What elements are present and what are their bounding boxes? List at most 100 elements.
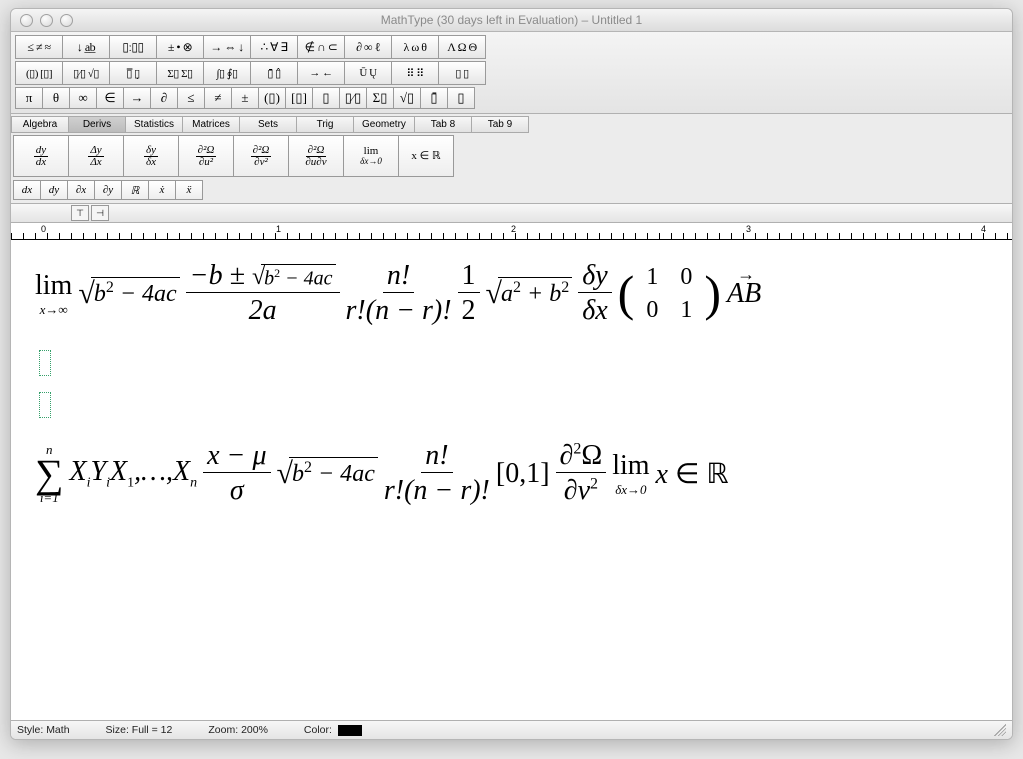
ruler-mark: 4 <box>981 224 986 234</box>
template-small-button[interactable]: dx <box>13 180 41 200</box>
one-half: 12 <box>458 260 480 327</box>
palette-button[interactable]: ≠ <box>204 87 232 109</box>
empty-slot[interactable] <box>39 392 51 418</box>
palette-button[interactable]: ∉ ∩ ⊂ <box>297 35 345 59</box>
palette-button[interactable]: [▯] <box>285 87 313 109</box>
palette-button[interactable]: √▯ <box>393 87 421 109</box>
status-size: Size: Full = 12 <box>106 724 173 736</box>
palette-button[interactable]: ▯̅ ▯̣ <box>109 61 157 85</box>
equation-editor[interactable]: lim x→∞ √b2 − 4ac −b ± √b2 − 4ac 2a n! r… <box>11 240 1012 720</box>
palette-button[interactable]: ± • ⊗ <box>156 35 204 59</box>
empty-slot[interactable] <box>39 350 51 376</box>
palette-button[interactable]: (▯) [▯] <box>15 61 63 85</box>
palette-button[interactable]: ∴ ∀ ∃ <box>250 35 298 59</box>
palette-button[interactable]: θ <box>42 87 70 109</box>
template-small-button[interactable]: ∂x <box>67 180 95 200</box>
binomial-coeff: n! r!(n − r)! <box>346 260 452 327</box>
palette-button[interactable]: ▯ <box>447 87 475 109</box>
resize-grip-icon[interactable] <box>994 724 1006 736</box>
template-button[interactable]: dydx <box>13 135 69 177</box>
template-row-small: dxdy∂x∂yℝẋẍ <box>11 179 1012 204</box>
palette-button[interactable]: ▯⁄▯ √▯ <box>62 61 110 85</box>
palette-button[interactable]: ∫▯ ∮▯ <box>203 61 251 85</box>
align-button-2[interactable]: ⊣ <box>91 205 109 221</box>
pde: ∂2Ω∂v2 <box>556 440 607 507</box>
tab-derivs[interactable]: Derivs <box>68 116 126 133</box>
template-button[interactable]: ∂²Ω∂u² <box>178 135 234 177</box>
palette-button[interactable]: Σ▯ Σ▯ <box>156 61 204 85</box>
tab-tab-8[interactable]: Tab 8 <box>414 116 472 133</box>
template-small-button[interactable]: ℝ <box>121 180 149 200</box>
discriminant: √b2 − 4ac <box>277 457 378 491</box>
tab-geometry[interactable]: Geometry <box>353 116 415 133</box>
equation-line-2[interactable]: n ∑ i=1 XiYiX1,…,Xn x − μσ √b2 − 4ac n!r… <box>35 440 729 507</box>
palette-button[interactable]: → ⇔ ↓ <box>203 35 251 59</box>
palette-button[interactable]: ≤ ≠ ≈ <box>15 35 63 59</box>
palette-button[interactable]: ± <box>231 87 259 109</box>
template-button[interactable]: δyδx <box>123 135 179 177</box>
palette-button[interactable]: π <box>15 87 43 109</box>
z-score: x − μσ <box>203 440 270 507</box>
sqrt-expr: √b2 − 4ac <box>78 277 179 311</box>
ruler-mark: 0 <box>41 224 46 234</box>
template-button[interactable]: ∂²Ω∂v² <box>233 135 289 177</box>
template-button[interactable]: limδx→0 <box>343 135 399 177</box>
status-color[interactable]: Color: <box>304 724 362 736</box>
template-button[interactable]: ∂²Ω∂u∂v <box>288 135 344 177</box>
mini-toolbar: ⊤ ⊣ <box>11 204 1012 223</box>
tab-matrices[interactable]: Matrices <box>182 116 240 133</box>
color-swatch[interactable] <box>338 725 362 736</box>
palette-row-1: ≤ ≠ ≈↓ a̲b̲▯ː▯▯± • ⊗→ ⇔ ↓∴ ∀ ∃∉ ∩ ⊂∂ ∞ ℓ… <box>15 35 1008 59</box>
binomial-2: n!r!(n − r)! <box>384 440 490 507</box>
palette-button[interactable]: (▯) <box>258 87 286 109</box>
palette-button[interactable]: Λ Ω Θ <box>438 35 486 59</box>
template-small-button[interactable]: ẍ <box>175 180 203 200</box>
window-title: MathType (30 days left in Evaluation) – … <box>11 13 1012 27</box>
ruler[interactable]: 0 1 2 3 4 <box>11 223 1012 240</box>
palette-button[interactable]: ↓ a̲b̲ <box>62 35 110 59</box>
ruler-mark: 2 <box>511 224 516 234</box>
template-row-large: dydxΔyΔxδyδx∂²Ω∂u²∂²Ω∂v²∂²Ω∂u∂vlimδx→0x … <box>11 133 1012 179</box>
palette-button[interactable]: λ ω θ <box>391 35 439 59</box>
palette-button[interactable]: ▯ <box>312 87 340 109</box>
palette-button[interactable]: → ← <box>297 61 345 85</box>
palette-button[interactable]: ▯̄ <box>420 87 448 109</box>
set-membership: x ∈ ℝ <box>656 457 729 491</box>
palette-button[interactable]: ∂ <box>150 87 178 109</box>
interval: [0,1] <box>496 458 550 490</box>
limit-expr: lim x→∞ <box>35 270 72 318</box>
equation-line-1[interactable]: lim x→∞ √b2 − 4ac −b ± √b2 − 4ac 2a n! r… <box>35 260 761 327</box>
palette-button[interactable]: ≤ <box>177 87 205 109</box>
vector-ab: AB <box>727 278 761 310</box>
palette-button[interactable]: ⠿ ⠿ <box>391 61 439 85</box>
summation: n ∑ i=1 <box>35 442 64 506</box>
palette-button[interactable]: Ū Ų <box>344 61 392 85</box>
palette-row-3: πθ∞∈→∂≤≠±(▯)[▯]▯▯⁄▯Σ▯√▯▯̄▯ <box>15 87 1008 109</box>
template-button[interactable]: x ∈ ℝ <box>398 135 454 177</box>
identity-matrix: 10 01 <box>646 264 692 324</box>
tab-trig[interactable]: Trig <box>296 116 354 133</box>
palette-button[interactable]: ▯⁄▯ <box>339 87 367 109</box>
palette-button[interactable]: ∈ <box>96 87 124 109</box>
template-small-button[interactable]: dy <box>40 180 68 200</box>
template-small-button[interactable]: ∂y <box>94 180 122 200</box>
palette-button[interactable]: ∂ ∞ ℓ <box>344 35 392 59</box>
template-small-button[interactable]: ẋ <box>148 180 176 200</box>
tab-sets[interactable]: Sets <box>239 116 297 133</box>
palette-button[interactable]: Σ▯ <box>366 87 394 109</box>
align-button[interactable]: ⊤ <box>71 205 89 221</box>
palette-button[interactable]: ▯ ▯ <box>438 61 486 85</box>
tab-statistics[interactable]: Statistics <box>125 116 183 133</box>
palette-button[interactable]: ∞ <box>69 87 97 109</box>
palette-button[interactable]: ▯̄ ▯̂ <box>250 61 298 85</box>
matrix-rparen: ) <box>704 276 721 311</box>
titlebar: MathType (30 days left in Evaluation) – … <box>11 9 1012 32</box>
palette-button[interactable]: → <box>123 87 151 109</box>
tab-tab-9[interactable]: Tab 9 <box>471 116 529 133</box>
palette-row-2: (▯) [▯]▯⁄▯ √▯▯̅ ▯̣Σ▯ Σ▯∫▯ ∮▯▯̄ ▯̂→ ←Ū Ų⠿… <box>15 61 1008 85</box>
palette-button[interactable]: ▯ː▯▯ <box>109 35 157 59</box>
template-button[interactable]: ΔyΔx <box>68 135 124 177</box>
tab-algebra[interactable]: Algebra <box>11 116 69 133</box>
ruler-mark: 1 <box>276 224 281 234</box>
ruler-mark: 3 <box>746 224 751 234</box>
